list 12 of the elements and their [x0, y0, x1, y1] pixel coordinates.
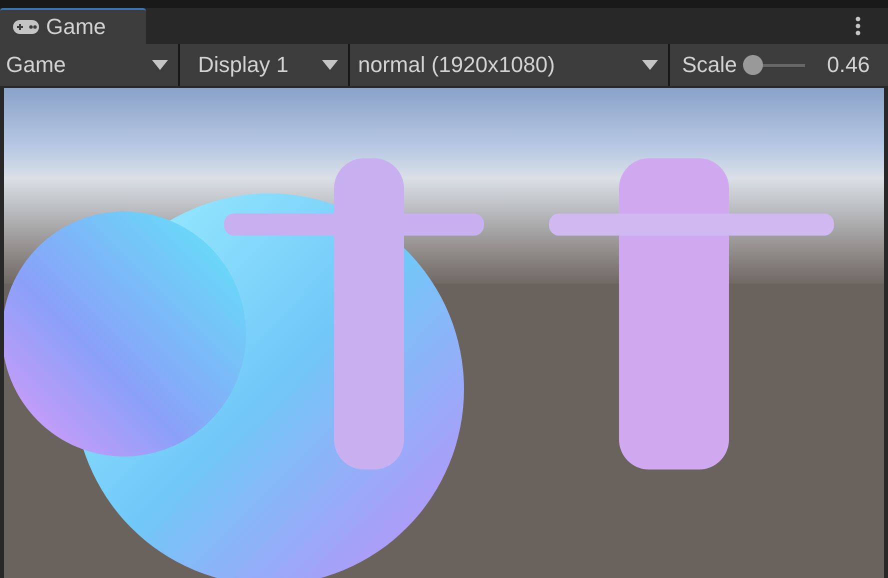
more-options-icon[interactable] [855, 16, 861, 36]
game-tab[interactable]: Game [0, 8, 146, 44]
dropdown-caret-icon [152, 60, 168, 70]
dropdown-caret-icon [642, 60, 658, 70]
dropdown[interactable]: normal (1920x1080) [350, 44, 668, 86]
dropdown-caret-icon [322, 60, 338, 70]
slider-thumb[interactable] [743, 55, 764, 75]
scale-value: 0.46 [827, 52, 870, 78]
dropdown[interactable]: Game [0, 44, 178, 86]
dropdown[interactable]: Display 1 [180, 44, 348, 86]
gamepad-icon [12, 19, 40, 35]
scale-label: Scale [682, 52, 738, 78]
